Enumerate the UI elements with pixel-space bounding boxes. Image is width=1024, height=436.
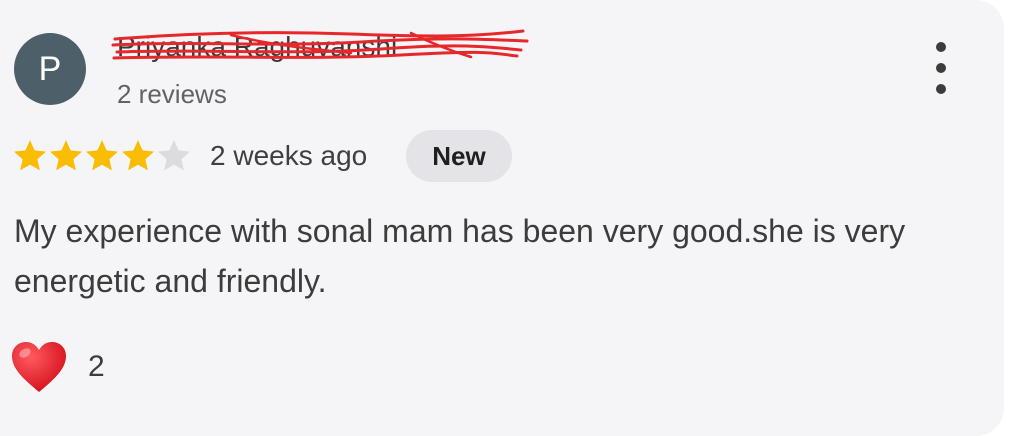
- review-card: P Priyanka Raghuvanshi 2 reviews 2 weeks…: [0, 0, 1004, 436]
- more-options-button[interactable]: [924, 42, 958, 94]
- star-rating: [12, 138, 192, 174]
- star-filled-icon: [14, 140, 46, 171]
- avatar[interactable]: P: [14, 33, 86, 105]
- more-vert-icon-dot: [936, 84, 946, 94]
- review-text: My experience with sonal mam has been ve…: [14, 213, 906, 299]
- reaction-button[interactable]: 2: [10, 340, 105, 394]
- reaction-count: 2: [88, 350, 105, 383]
- heart-icon: [12, 342, 66, 392]
- reviewer-name-block[interactable]: Priyanka Raghuvanshi: [111, 29, 537, 69]
- reviewer-review-count: 2 reviews: [117, 79, 227, 109]
- star-filled-icon: [86, 140, 118, 171]
- star-filled-icon: [122, 140, 154, 171]
- more-vert-icon: [936, 42, 946, 52]
- new-badge: New: [406, 130, 512, 182]
- review-date: 2 weeks ago: [210, 140, 368, 171]
- star-filled-icon: [50, 140, 82, 171]
- redaction-scribble: [111, 29, 529, 60]
- star-empty-icon: [158, 140, 190, 171]
- more-vert-icon-dot: [936, 63, 946, 73]
